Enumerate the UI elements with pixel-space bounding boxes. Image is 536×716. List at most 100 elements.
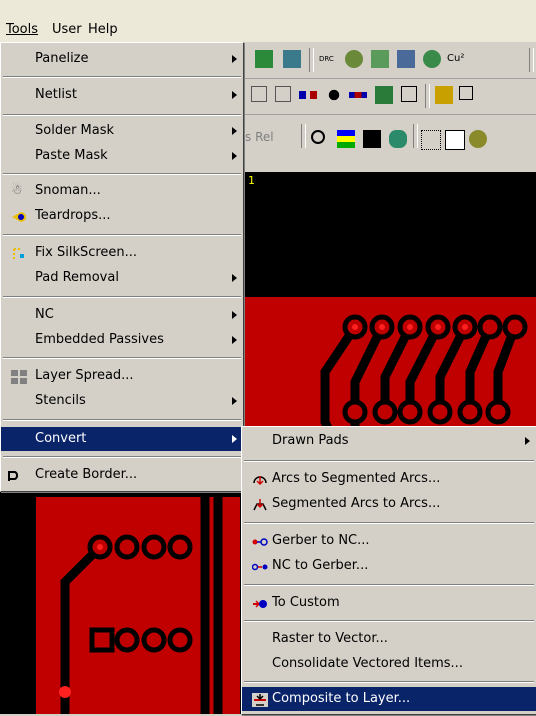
submenu-arrow-icon [232,397,237,405]
menu-item-label: Solder Mask [35,123,115,138]
rel-label: s Rel [245,130,274,144]
component-icon[interactable] [375,86,393,104]
toolbar-row-1: DRC Cu² [245,42,536,79]
snowman-icon: ☃ [11,183,23,198]
menu-item-label: To Custom [272,595,340,610]
zoom-icon[interactable] [469,130,487,148]
submenu-arrow-icon [232,55,237,63]
layers-icon[interactable] [337,130,355,148]
select-icon[interactable] [363,130,381,148]
menu-item-paste-mask[interactable]: Paste Mask [1,144,243,168]
menu-item-label: Panelize [35,51,89,66]
menu-item-pad-removal[interactable]: Pad Removal [1,266,243,290]
menu-item-teardrops[interactable]: Teardrops... [1,204,243,228]
menu-item-convert[interactable]: Convert [1,427,243,451]
menu-item-drawn-pads[interactable]: Drawn Pads [242,429,536,453]
menu-divider [244,460,534,462]
menu-divider [244,584,534,586]
menu-item-netlist[interactable]: Netlist [1,83,243,107]
menu-item-label: Raster to Vector... [272,631,388,646]
menu-item-nc[interactable]: NC [1,303,243,327]
menu-item-label: NC to Gerber... [272,558,369,573]
menu-divider [3,173,241,175]
menu-divider [3,76,241,78]
menu-item-embedded-passives[interactable]: Embedded Passives [1,328,243,352]
menu-divider [244,681,534,683]
menu-bar: Tools User Help [0,0,536,42]
menu-item-label: Gerber to NC... [272,533,370,548]
menu-item-raster-to-vector[interactable]: Raster to Vector... [242,627,536,651]
to-custom-icon [252,596,268,610]
menu-divider [244,620,534,622]
menu-item-panelize[interactable]: Panelize [1,47,243,71]
menu-item-label: Composite to Layer... [272,691,411,706]
via-icon[interactable] [325,86,343,104]
menu-item-label: Create Border... [35,467,138,482]
submenu-arrow-icon [525,437,530,445]
border-icon [7,468,23,482]
segmented-arc-icon [252,497,268,511]
add-shape-icon[interactable] [459,86,473,100]
silkscreen-icon [11,246,27,260]
trace-icon[interactable] [349,92,367,98]
menu-item-label: Paste Mask [35,148,108,163]
menu-item-composite-to-layer[interactable]: Composite to Layer... [242,687,536,711]
menu-item-stencils[interactable]: Stencils [1,389,243,413]
menu-item-consolidate-vectored[interactable]: Consolidate Vectored Items... [242,652,536,676]
netlist-tool-icon[interactable] [345,50,363,68]
menu-item-solder-mask[interactable]: Solder Mask [1,119,243,143]
arc-convert-icon [252,472,268,486]
convert-submenu: Drawn Pads Arcs to Segmented Arcs... Seg… [241,426,536,715]
copper-icon[interactable]: Cu² [447,50,465,68]
route-icon[interactable] [299,91,317,99]
menu-item-create-border[interactable]: Create Border... [1,463,243,487]
menu-item-fix-silkscreen[interactable]: Fix SilkScreen... [1,241,243,265]
menu-item-label: Embedded Passives [35,332,164,347]
pad-tool-icon[interactable] [371,50,389,68]
menu-item-to-custom[interactable]: To Custom [242,591,536,615]
step-icon[interactable] [251,86,267,102]
menu-item-label: Arcs to Segmented Arcs... [272,471,441,486]
menu-item-label: Consolidate Vectored Items... [272,656,463,671]
menu-divider [3,296,241,298]
layer-spread-icon [11,369,27,384]
toolbar-separator [425,84,430,108]
menu-tools[interactable]: Tools [6,22,38,37]
text-box-icon[interactable] [401,86,417,102]
shape-tool-icon[interactable] [397,50,415,68]
block-icon[interactable] [275,86,291,102]
submenu-arrow-icon [232,274,237,282]
menu-item-segmented-to-arcs[interactable]: Segmented Arcs to Arcs... [242,492,536,516]
menu-divider [3,234,241,236]
add-pad-icon[interactable] [435,86,453,104]
toolbar-row-2 [245,78,536,115]
toolbar-area: DRC Cu² s Rel [245,42,536,173]
menu-item-label: Snoman... [35,183,101,198]
menu-user[interactable]: User [52,22,82,37]
menu-item-label: Drawn Pads [272,433,349,448]
panel-tool-icon[interactable] [255,50,273,68]
menu-item-snoman[interactable]: ☃ Snoman... [1,179,243,203]
grid-dots-icon[interactable] [421,130,441,150]
nc-to-gerber-icon [251,559,268,573]
flash-tool-icon[interactable] [423,50,441,68]
menu-item-label: Pad Removal [35,270,119,285]
move-icon[interactable] [445,130,465,150]
composite-icon [252,692,268,707]
arc-icon[interactable] [311,130,325,144]
toolbar-separator [529,48,534,72]
gerber-to-nc-icon [252,534,268,548]
menu-item-gerber-to-nc[interactable]: Gerber to NC... [242,529,536,553]
menu-divider [3,357,241,359]
menu-item-layer-spread[interactable]: Layer Spread... [1,364,243,388]
toolbar-separator [413,124,418,148]
toolbar-separator [301,124,306,148]
teardrop-icon [11,209,27,223]
menu-help[interactable]: Help [88,22,118,37]
drc-icon[interactable]: DRC [319,50,337,68]
grid-tool-icon[interactable] [283,50,301,68]
submenu-arrow-icon [232,336,237,344]
key-icon[interactable] [389,130,407,148]
menu-item-arcs-to-segmented[interactable]: Arcs to Segmented Arcs... [242,467,536,491]
menu-item-nc-to-gerber[interactable]: NC to Gerber... [242,554,536,578]
